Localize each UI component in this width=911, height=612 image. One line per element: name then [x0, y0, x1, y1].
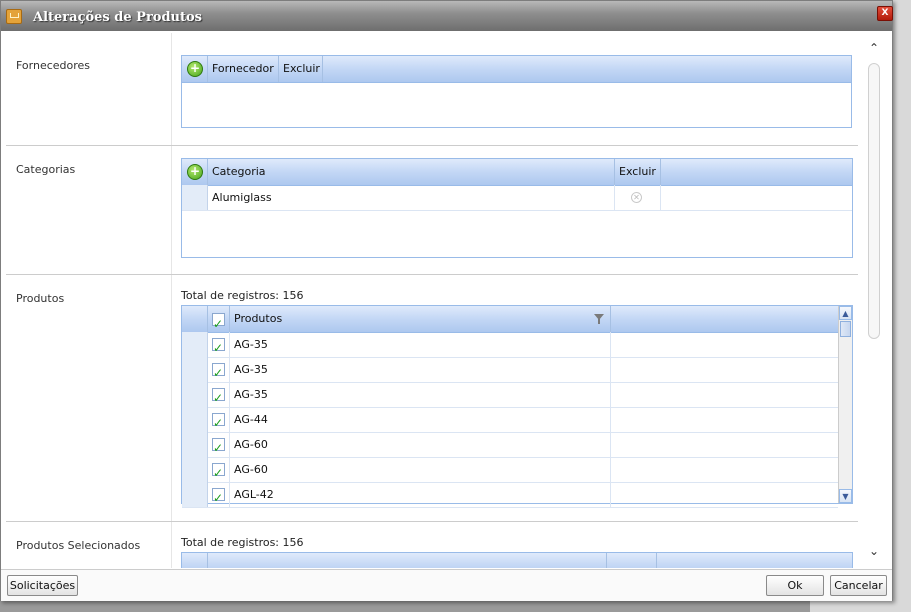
checkbox-cell: [208, 357, 230, 386]
column-header-produtos[interactable]: Produtos: [230, 306, 611, 332]
column-header-excluir[interactable]: Excluir: [279, 56, 323, 82]
row-selector-header: [182, 553, 208, 568]
form-body: Fornecedores + Fornecedor Excluir Catego…: [6, 33, 864, 568]
add-fornecedor-button[interactable]: +: [182, 56, 208, 82]
checkbox-cell: [208, 432, 230, 461]
produto-cell: AG-44: [230, 407, 611, 432]
section-separator: [171, 33, 172, 145]
dialog-window: Alterações de Produtos X Fornecedores + …: [0, 0, 893, 601]
table-row[interactable]: AG-35: [182, 357, 838, 386]
row-checkbox[interactable]: [212, 361, 225, 386]
produto-cell: AGL-42: [230, 482, 611, 507]
produtos-grid-header: Produtos: [182, 306, 838, 337]
solicitacoes-button[interactable]: Solicitações: [7, 575, 78, 596]
row-selector-header: [182, 306, 208, 332]
table-row[interactable]: Alumiglass ✕: [182, 185, 852, 211]
cancel-button[interactable]: Cancelar: [830, 575, 887, 596]
column-header-produtos-label: Produtos: [234, 312, 283, 325]
excluir-cell: ✕: [615, 185, 661, 210]
row-checkbox[interactable]: [212, 486, 225, 511]
select-all-checkbox[interactable]: [212, 311, 225, 337]
form-scrollbar[interactable]: ⌃ ⌄: [865, 37, 883, 564]
section-divider: [6, 145, 858, 146]
ok-button[interactable]: Ok: [766, 575, 824, 596]
column-header[interactable]: [208, 553, 607, 568]
row-selector[interactable]: [182, 382, 208, 407]
table-row[interactable]: AG-35: [182, 332, 838, 361]
produtos-label: Produtos: [16, 292, 65, 305]
section-separator: [171, 522, 172, 568]
produto-cell: AG-35: [230, 357, 611, 382]
title-bar[interactable]: Alterações de Produtos X: [1, 1, 893, 31]
produtos-grid: Produtos AG-35AG-35AG-35AG-44AG-60AG-60A…: [181, 305, 853, 511]
checkbox-cell: [208, 382, 230, 411]
filter-icon[interactable]: [594, 314, 604, 324]
fornecedores-grid-header: + Fornecedor Excluir: [182, 56, 851, 83]
categoria-cell: Alumiglass: [208, 185, 615, 210]
categorias-label: Categorias: [16, 163, 76, 176]
add-icon: +: [187, 164, 203, 180]
produto-cell: AG-35: [230, 382, 611, 407]
row-checkbox[interactable]: [212, 461, 225, 486]
row-checkbox[interactable]: [212, 436, 225, 461]
categorias-grid-header: + Categoria Excluir: [182, 159, 852, 186]
produto-cell: AG-60: [230, 432, 611, 457]
dialog-footer: Solicitações Ok Cancelar: [1, 569, 892, 601]
close-button[interactable]: X: [877, 6, 893, 21]
produto-cell: AG-60: [230, 457, 611, 482]
table-row[interactable]: AG-44: [182, 407, 838, 436]
table-row[interactable]: AG-60: [182, 432, 838, 461]
form-scroll-up[interactable]: ⌃: [865, 39, 883, 57]
column-header-excluir[interactable]: Excluir: [615, 159, 661, 185]
produto-cell: AG-35: [230, 332, 611, 357]
row-selector[interactable]: [182, 457, 208, 482]
column-header-categoria[interactable]: Categoria: [208, 159, 615, 185]
checkbox-cell: [208, 332, 230, 361]
produtos-selecionados-total-records: Total de registros: 156: [181, 536, 304, 549]
row-selector[interactable]: [182, 482, 208, 507]
add-categoria-button[interactable]: +: [182, 159, 208, 185]
row-selector[interactable]: [182, 332, 208, 357]
form-scroll-thumb[interactable]: [868, 63, 880, 339]
row-selector[interactable]: [182, 185, 208, 210]
scroll-up-button[interactable]: ▲: [839, 306, 852, 320]
checkbox-cell: [208, 457, 230, 486]
row-selector[interactable]: [182, 407, 208, 432]
checkbox-cell: [208, 482, 230, 511]
section-divider: [6, 521, 858, 522]
produtos-selecionados-grid: [181, 552, 853, 568]
produtos-selecionados-label: Produtos Selecionados: [16, 539, 141, 552]
section-separator: [171, 275, 172, 521]
section-divider: [6, 274, 858, 275]
scroll-thumb[interactable]: [840, 321, 851, 337]
window-title: Alterações de Produtos: [33, 10, 202, 25]
row-checkbox[interactable]: [212, 411, 225, 436]
produtos-total-records: Total de registros: 156: [181, 289, 304, 302]
fornecedores-label: Fornecedores: [16, 59, 91, 72]
column-header-fornecedor[interactable]: Fornecedor: [208, 56, 279, 82]
table-row[interactable]: AG-60: [182, 457, 838, 486]
row-selector[interactable]: [182, 432, 208, 457]
table-row[interactable]: AG-35: [182, 382, 838, 411]
form-scroll-down[interactable]: ⌄: [865, 542, 883, 560]
produtos-selecionados-grid-header: [182, 553, 852, 568]
remove-icon[interactable]: ✕: [631, 192, 642, 203]
add-icon: +: [187, 61, 203, 77]
section-separator: [171, 146, 172, 274]
row-checkbox[interactable]: [212, 336, 225, 361]
window-icon: [6, 9, 22, 24]
column-header[interactable]: [607, 553, 657, 568]
fornecedores-grid: + Fornecedor Excluir: [181, 55, 852, 128]
row-selector[interactable]: [182, 357, 208, 382]
row-checkbox[interactable]: [212, 386, 225, 411]
categorias-grid: + Categoria Excluir Alumiglass ✕: [181, 158, 853, 258]
select-all-cell: [208, 306, 230, 337]
scroll-down-button[interactable]: ▼: [839, 489, 852, 503]
checkbox-cell: [208, 407, 230, 436]
table-row[interactable]: AGL-42: [182, 482, 838, 511]
produtos-scrollbar[interactable]: ▲ ▼: [838, 306, 852, 503]
